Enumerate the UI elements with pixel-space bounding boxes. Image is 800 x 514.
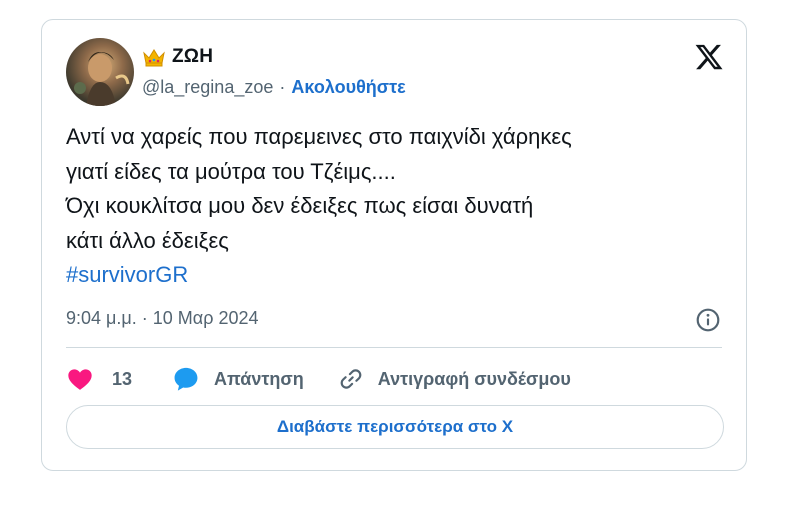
heart-icon bbox=[66, 365, 94, 393]
follow-button[interactable]: Ακολουθήστε bbox=[291, 77, 405, 98]
handle-separator: · bbox=[279, 77, 286, 97]
copy-link-button[interactable]: Αντιγραφή συνδέσμου bbox=[338, 366, 571, 392]
reply-label: Απάντηση bbox=[214, 368, 304, 389]
hashtag-link[interactable]: #survivorGR bbox=[66, 258, 726, 293]
tweet-line: γιατί είδες τα μούτρα του Τζέιμς.... bbox=[66, 158, 396, 184]
info-icon[interactable] bbox=[695, 307, 721, 333]
link-icon bbox=[338, 366, 364, 392]
tweet-text: Αντί να χαρείς που παρεμεινες στο παιχνί… bbox=[66, 120, 726, 293]
tweet-timestamp[interactable]: 9:04 μ.μ. · 10 Μαρ 2024 bbox=[66, 308, 258, 329]
tweet-line: Αντί να χαρείς που παρεμεινες στο παιχνί… bbox=[66, 124, 572, 149]
read-more-button[interactable]: Διαβάστε περισσότερα στο X bbox=[66, 405, 724, 449]
copy-link-label: Αντιγραφή συνδέσμου bbox=[377, 368, 571, 389]
avatar-image bbox=[74, 52, 130, 106]
like-button[interactable]: 13 bbox=[66, 365, 132, 393]
tweet-card: ΖΩΗ @la_regina_zoe · Ακολουθήστε Αντί να… bbox=[41, 19, 747, 471]
handle-row: @la_regina_zoe · Ακολουθήστε bbox=[142, 77, 406, 98]
avatar[interactable] bbox=[66, 38, 134, 106]
divider bbox=[66, 347, 722, 348]
x-logo-icon[interactable] bbox=[694, 42, 724, 72]
like-count: 13 bbox=[112, 368, 133, 389]
user-handle[interactable]: @la_regina_zoe bbox=[142, 77, 273, 98]
action-bar: 13 Απάντηση Αντιγραφή συνδέσμου bbox=[66, 362, 571, 396]
tweet-line: Όχι κουκλίτσα μου δεν έδειξες πως είσαι … bbox=[66, 193, 534, 218]
crown-icon bbox=[142, 47, 166, 67]
speech-bubble-icon bbox=[172, 365, 200, 393]
tweet-line: κάτι άλλο έδειξες bbox=[66, 227, 229, 253]
author-name-row: ΖΩΗ bbox=[142, 46, 213, 68]
reply-button[interactable]: Απάντηση bbox=[172, 365, 304, 393]
display-name[interactable]: ΖΩΗ bbox=[172, 46, 213, 68]
